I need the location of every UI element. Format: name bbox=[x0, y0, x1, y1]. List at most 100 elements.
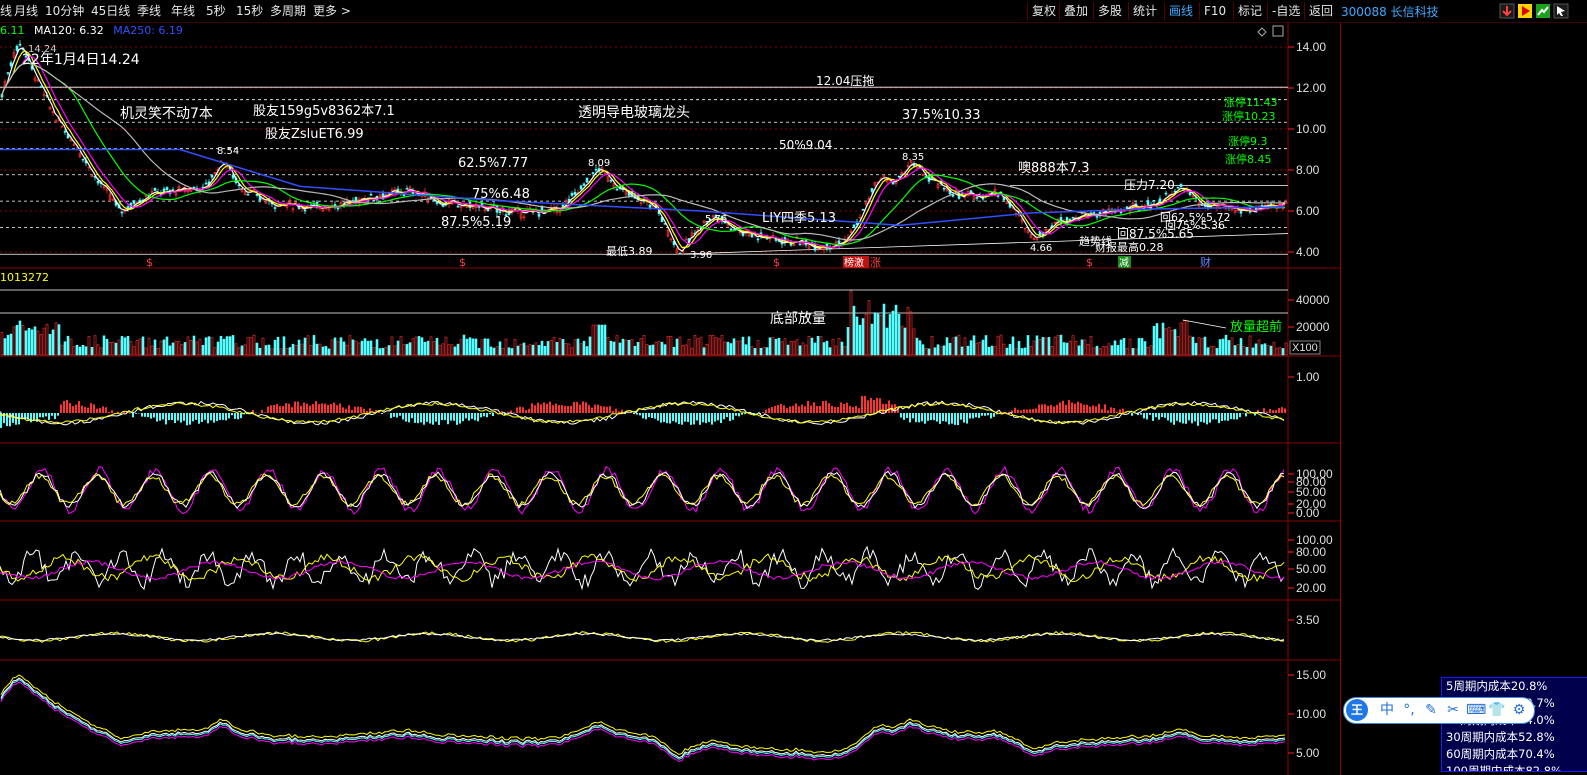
volume-bar bbox=[804, 344, 808, 356]
volume-bar bbox=[66, 335, 70, 356]
volume-bar bbox=[1017, 341, 1021, 356]
volume-bar bbox=[108, 341, 112, 356]
volume-bar bbox=[1161, 322, 1165, 356]
settings-icon[interactable]: ⚙ bbox=[1510, 701, 1528, 719]
volume-bar bbox=[294, 345, 298, 356]
window-icon[interactable] bbox=[1272, 25, 1284, 37]
volume-bar bbox=[18, 320, 22, 356]
volume-bar bbox=[867, 300, 871, 356]
volume-bar bbox=[1233, 345, 1237, 356]
volume-bar bbox=[1077, 345, 1081, 356]
volume-bar bbox=[150, 345, 154, 356]
volume-bar bbox=[312, 335, 316, 356]
trend-icon[interactable] bbox=[1535, 3, 1551, 19]
volume-bar bbox=[507, 347, 511, 356]
lowest-price-label: 最低3.89 bbox=[606, 245, 653, 258]
pen-icon[interactable]: ✎ bbox=[1422, 701, 1440, 719]
volume-bar bbox=[543, 345, 547, 356]
candle-body bbox=[63, 130, 67, 133]
candle-body bbox=[468, 202, 472, 208]
pressure-label: 压力7.20 bbox=[1124, 178, 1175, 192]
volume-bar bbox=[588, 336, 592, 356]
volume-bar bbox=[564, 343, 568, 356]
volume-bar bbox=[501, 347, 505, 356]
volume-bar bbox=[687, 339, 691, 356]
volume-bar bbox=[333, 337, 337, 356]
volume-bar bbox=[231, 335, 235, 356]
volume-bar bbox=[810, 337, 814, 356]
volume-bar bbox=[309, 345, 313, 356]
pointer-icon[interactable] bbox=[1553, 3, 1569, 19]
volume-bar bbox=[777, 337, 781, 356]
volume-bar bbox=[1104, 346, 1108, 356]
volume-bar bbox=[723, 341, 727, 356]
volume-bar bbox=[945, 337, 949, 356]
candle-body bbox=[204, 182, 208, 185]
volume-bar bbox=[1179, 322, 1183, 356]
right-info-panel bbox=[1340, 22, 1587, 775]
volume-bar bbox=[519, 343, 523, 356]
shirt-icon[interactable]: 👕 bbox=[1488, 701, 1506, 719]
volume-bar bbox=[1257, 339, 1261, 356]
scissors-icon[interactable]: ✂ bbox=[1444, 701, 1462, 719]
volume-bar bbox=[990, 345, 994, 356]
volume-bar bbox=[807, 335, 811, 356]
volume-bar bbox=[552, 336, 556, 356]
volume-bar bbox=[1149, 345, 1153, 356]
kline-chart-area[interactable]: 14.00 12.00 10.00 8.00 6.00 4.00 40000 20000 X10… bbox=[0, 0, 1340, 775]
volume-bar bbox=[1038, 339, 1042, 356]
volume-bar bbox=[1002, 343, 1006, 356]
volume-bar bbox=[252, 334, 256, 356]
volume-bar bbox=[1089, 336, 1093, 356]
volume-bar bbox=[795, 339, 799, 356]
fib-label: 37.5%10.33 bbox=[902, 108, 981, 123]
download-icon[interactable] bbox=[1499, 3, 1515, 19]
play-icon[interactable] bbox=[1517, 3, 1533, 19]
candle-body bbox=[570, 192, 574, 196]
volume-bar bbox=[174, 340, 178, 356]
volume-bar bbox=[843, 346, 847, 356]
volume-bar bbox=[1143, 341, 1147, 356]
candle-body bbox=[153, 187, 157, 191]
keyboard-icon[interactable]: ⌨ bbox=[1466, 701, 1486, 719]
volume-bar bbox=[153, 339, 157, 356]
volume-bar bbox=[267, 344, 271, 356]
volume-bar bbox=[1182, 320, 1186, 356]
volume-bar bbox=[954, 336, 958, 356]
volume-bar bbox=[99, 347, 103, 356]
volume-bar bbox=[828, 347, 832, 356]
volume-bar bbox=[441, 343, 445, 356]
volume-bar bbox=[570, 347, 574, 356]
volume-bar bbox=[531, 344, 535, 356]
stock-title: 300088 长信科技 bbox=[1341, 5, 1439, 19]
cost-row-5: 5周期内成本20.8% bbox=[1446, 679, 1548, 693]
chinese-mode-toggle[interactable]: 中 bbox=[1378, 701, 1396, 719]
volume-bar bbox=[870, 323, 874, 356]
candle-body bbox=[573, 191, 577, 195]
fib-label: 62.5%7.77 bbox=[458, 156, 528, 171]
volume-bar bbox=[1155, 323, 1159, 356]
volume-bar bbox=[996, 336, 1000, 356]
ime-logo-icon[interactable]: 王 bbox=[1346, 699, 1368, 721]
diamond-icon[interactable] bbox=[1257, 27, 1267, 37]
volume-bar bbox=[876, 313, 880, 356]
price-axis-label: 6.00 bbox=[1296, 204, 1320, 218]
volume-bar bbox=[213, 347, 217, 356]
volume-bar bbox=[546, 341, 550, 356]
punctuation-icon[interactable]: °, bbox=[1400, 701, 1418, 719]
volume-axis-label: 40000 bbox=[1296, 293, 1330, 307]
volume-bar bbox=[375, 339, 379, 356]
volume-bar bbox=[930, 335, 934, 356]
volume-bar bbox=[417, 336, 421, 356]
volume-bar bbox=[642, 335, 646, 356]
ime-floating-toolbar[interactable]: 王 中 °, ✎ ✂ ⌨ 👕 ⚙ bbox=[1343, 697, 1535, 724]
fib-label: 87.5%5.19 bbox=[441, 215, 511, 230]
volume-bar bbox=[600, 324, 604, 356]
price-axis-label: 4.00 bbox=[1296, 245, 1320, 259]
volume-bar bbox=[921, 344, 925, 356]
volume-bar bbox=[423, 341, 427, 356]
volume-bar bbox=[1098, 348, 1102, 356]
volume-bar bbox=[558, 337, 562, 356]
volume-bar bbox=[144, 347, 148, 356]
candle-body bbox=[18, 43, 22, 46]
